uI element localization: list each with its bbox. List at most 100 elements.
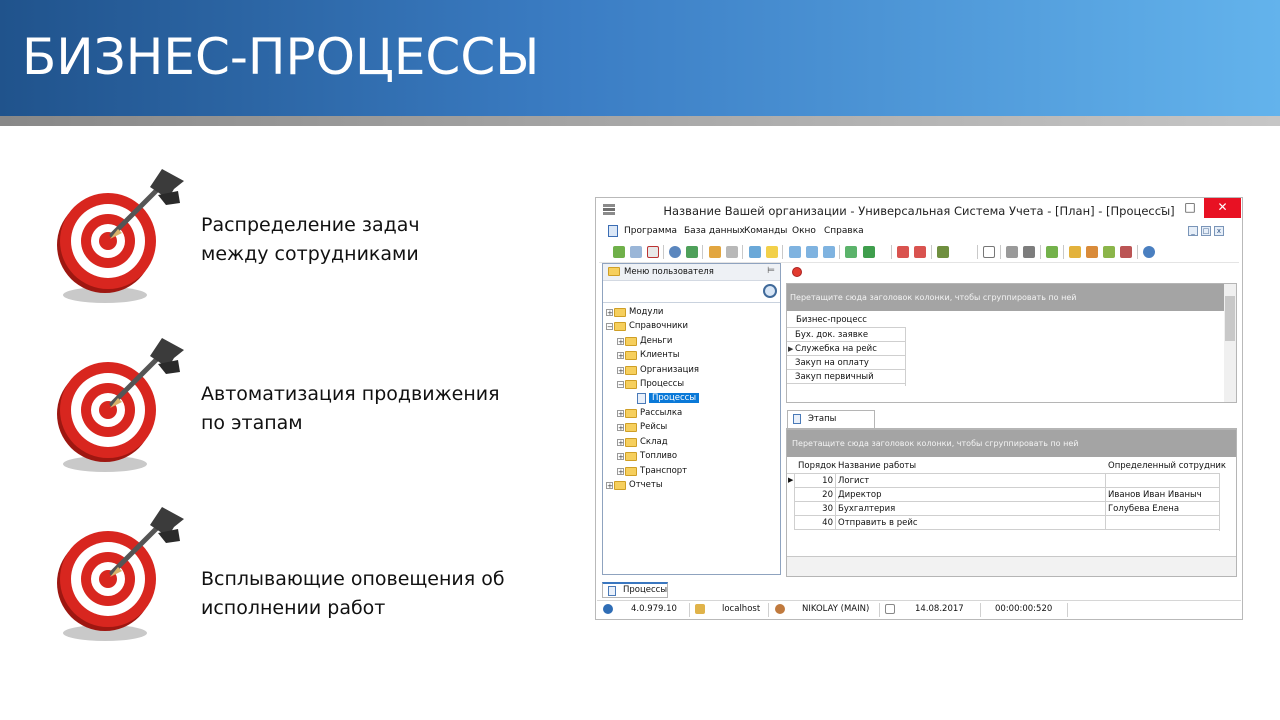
employee-cell[interactable] bbox=[1106, 516, 1219, 530]
expand-icon[interactable]: + bbox=[617, 366, 624, 374]
expand-icon[interactable]: + bbox=[617, 409, 624, 417]
tree-item-trips[interactable]: + Рейсы bbox=[617, 420, 667, 434]
refresh-icon[interactable] bbox=[686, 246, 698, 258]
expand-icon[interactable]: + bbox=[617, 337, 624, 345]
exchange-icon[interactable] bbox=[1120, 246, 1132, 258]
group-panel[interactable]: Перетащите сюда заголовок колонки, чтобы… bbox=[787, 284, 1224, 311]
work-name-cell[interactable]: Директор bbox=[836, 488, 1105, 502]
close-button[interactable]: ✕ bbox=[1204, 198, 1241, 218]
menu-commands[interactable]: Команды bbox=[744, 226, 787, 236]
menu-window[interactable]: Окно bbox=[792, 226, 816, 236]
expand-icon[interactable]: + bbox=[617, 467, 624, 475]
column-header-order[interactable]: Порядок bbox=[798, 459, 836, 473]
calendar-icon[interactable] bbox=[983, 246, 995, 258]
filter-clear-icon[interactable] bbox=[726, 246, 738, 258]
info-icon[interactable] bbox=[1143, 246, 1155, 258]
expand-icon[interactable]: + bbox=[617, 351, 624, 359]
column-header-work-name[interactable]: Название работы bbox=[838, 459, 916, 473]
tree-item-reports[interactable]: + Отчеты bbox=[606, 478, 663, 492]
menu-database[interactable]: База данных bbox=[684, 226, 745, 236]
copy-icon[interactable] bbox=[630, 246, 642, 258]
document-menu-icon[interactable] bbox=[608, 225, 618, 237]
employee-cell[interactable]: Иванов Иван Иваныч bbox=[1106, 488, 1219, 502]
employee-cell[interactable]: Голубева Елена bbox=[1106, 502, 1219, 516]
table-row[interactable]: Закуп на оплату bbox=[787, 356, 905, 370]
collapse-icon[interactable]: − bbox=[617, 380, 624, 388]
settings-icon[interactable] bbox=[1023, 246, 1035, 258]
filter-icon[interactable] bbox=[709, 246, 721, 258]
column-header-employee[interactable]: Определенный сотрудник bbox=[1108, 459, 1226, 473]
work-name-cell[interactable]: Логист bbox=[836, 474, 1105, 488]
lock-icon[interactable] bbox=[1069, 246, 1081, 258]
image-icon[interactable] bbox=[1046, 246, 1058, 258]
users-icon[interactable] bbox=[1103, 246, 1115, 258]
user-icon[interactable] bbox=[1086, 246, 1098, 258]
toolbar-separator bbox=[742, 245, 743, 259]
tree-item-money[interactable]: + Деньги bbox=[617, 334, 672, 348]
new-window-icon[interactable] bbox=[897, 246, 909, 258]
move-down-icon[interactable] bbox=[806, 246, 818, 258]
table-row[interactable]: Бух. док. заявке bbox=[787, 328, 905, 342]
minimize-button[interactable]: – bbox=[1150, 198, 1176, 218]
expand-icon[interactable]: + bbox=[606, 308, 613, 316]
tree-item-modules[interactable]: + Модули bbox=[606, 305, 663, 319]
chart-icon[interactable] bbox=[937, 246, 949, 258]
employee-cell[interactable] bbox=[1106, 474, 1219, 488]
import-icon[interactable] bbox=[749, 246, 761, 258]
folder-icon bbox=[608, 267, 620, 276]
tree-item-clients[interactable]: + Клиенты bbox=[617, 348, 679, 362]
table-row[interactable]: Служебка на рейс bbox=[787, 342, 905, 356]
note-icon[interactable] bbox=[766, 246, 778, 258]
vertical-scrollbar[interactable] bbox=[1224, 284, 1236, 402]
delete-icon[interactable] bbox=[647, 246, 659, 258]
report-icon[interactable] bbox=[845, 246, 857, 258]
pin-icon[interactable]: ⊨ bbox=[767, 266, 775, 276]
tree-item-mailing[interactable]: + Рассылка bbox=[617, 406, 682, 420]
folder-icon bbox=[625, 422, 637, 432]
expand-icon[interactable]: + bbox=[606, 481, 613, 489]
move-last-icon[interactable] bbox=[823, 246, 835, 258]
menu-help[interactable]: Справка bbox=[824, 226, 864, 236]
tab-processes-window[interactable]: Процессы bbox=[602, 582, 668, 598]
expand-icon[interactable]: + bbox=[617, 423, 624, 431]
tree-item-processes[interactable]: Процессы bbox=[637, 391, 700, 405]
work-name-cell[interactable]: Отправить в рейс bbox=[836, 516, 1105, 530]
user-menu-header: Меню пользователя ⊨ bbox=[603, 264, 780, 281]
tree-item-warehouse[interactable]: + Склад bbox=[617, 435, 668, 449]
search-icon[interactable] bbox=[763, 284, 777, 298]
mdi-minimize-button[interactable]: _ bbox=[1188, 226, 1198, 236]
process-stages-grid: Перетащите сюда заголовок колонки, чтобы… bbox=[786, 429, 1237, 577]
column-header[interactable]: Бизнес-процесс bbox=[796, 313, 867, 327]
tree-item-organization[interactable]: + Организация bbox=[617, 363, 699, 377]
order-cell[interactable]: 30 bbox=[795, 502, 835, 516]
expand-icon[interactable]: + bbox=[617, 452, 624, 460]
tab-process-stages[interactable]: Этапы процесса bbox=[787, 410, 875, 440]
tree-item-processes-folder[interactable]: − Процессы bbox=[617, 377, 684, 391]
maximize-button[interactable]: □ bbox=[1177, 198, 1203, 218]
add-icon[interactable] bbox=[613, 246, 625, 258]
tree-item-fuel[interactable]: + Топливо bbox=[617, 449, 677, 463]
group-panel[interactable]: Перетащите сюда заголовок колонки, чтобы… bbox=[787, 430, 1236, 457]
search-icon[interactable] bbox=[669, 246, 681, 258]
tree-item-transport[interactable]: + Транспорт bbox=[617, 464, 687, 478]
document-icon bbox=[637, 392, 646, 404]
tree-item-directories[interactable]: − Справочники bbox=[606, 319, 688, 333]
expand-icon[interactable]: + bbox=[617, 438, 624, 446]
work-name-cell[interactable]: Бухгалтерия bbox=[836, 502, 1105, 516]
collapse-icon[interactable]: − bbox=[606, 322, 613, 330]
order-cell[interactable]: 10 bbox=[795, 474, 835, 488]
mdi-restore-button[interactable]: □ bbox=[1201, 226, 1211, 236]
mdi-close-button[interactable]: x bbox=[1214, 226, 1224, 236]
table-row[interactable]: Закуп первичный bbox=[787, 370, 905, 384]
move-up-icon[interactable] bbox=[789, 246, 801, 258]
order-cell[interactable]: 40 bbox=[795, 516, 835, 530]
menu-program[interactable]: Программа bbox=[624, 226, 677, 236]
target-icon bbox=[57, 169, 184, 303]
close-window-icon[interactable] bbox=[914, 246, 926, 258]
order-cell[interactable]: 20 bbox=[795, 488, 835, 502]
excel-icon[interactable] bbox=[863, 246, 875, 258]
stop-icon[interactable] bbox=[792, 267, 802, 277]
tools-icon[interactable] bbox=[1006, 246, 1018, 258]
folder-icon bbox=[614, 480, 626, 490]
scrollbar-thumb[interactable] bbox=[1225, 296, 1235, 341]
